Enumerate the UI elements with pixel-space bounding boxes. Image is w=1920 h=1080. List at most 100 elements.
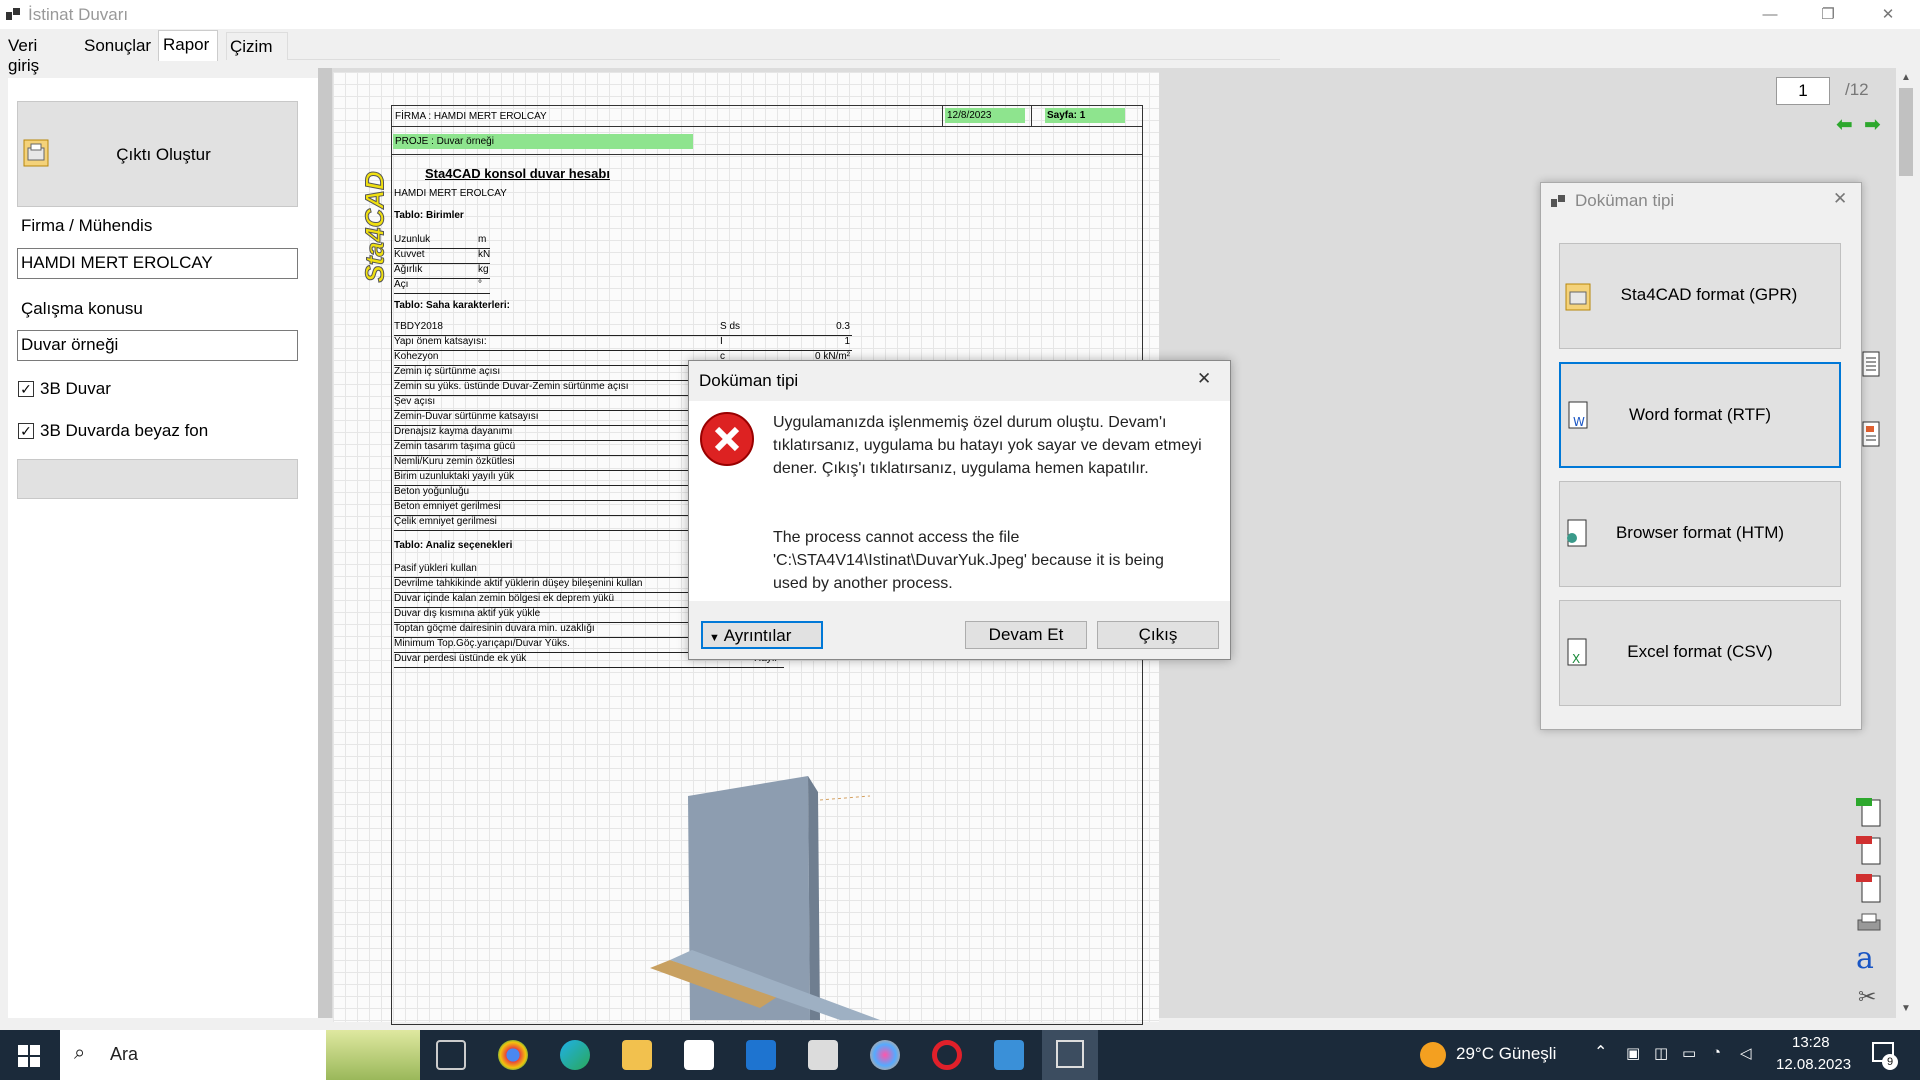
scroll-down-icon[interactable]: ▼ xyxy=(1901,1003,1911,1014)
site-name: Yapı önem katsayısı: xyxy=(394,336,487,347)
site-symbol: S ds xyxy=(720,321,741,332)
site-symbol: I xyxy=(720,336,723,347)
search-placeholder: Ara xyxy=(110,1044,139,1064)
edge-icon[interactable] xyxy=(560,1040,590,1070)
output-create-button[interactable]: Çıktı Oluştur xyxy=(17,101,298,207)
opera-icon[interactable] xyxy=(932,1040,962,1070)
output-create-label: Çıktı Oluştur xyxy=(116,145,211,164)
tab-veri-giris[interactable]: Veri giriş xyxy=(6,32,42,75)
search-highlight-image xyxy=(326,1030,420,1080)
site-name: Birim uzunluktaki yayılı yük xyxy=(394,471,515,482)
error-message-en: The process cannot access the file 'C:\S… xyxy=(773,529,1164,592)
doc-author: HAMDI MERT EROLCAY xyxy=(394,188,507,199)
tab-rapor[interactable]: Rapor xyxy=(158,30,218,61)
format-csv-button[interactable]: X Excel format (CSV) xyxy=(1559,600,1841,706)
doc-date: 12/8/2023 xyxy=(945,108,1025,123)
export-xls-icon[interactable] xyxy=(1854,796,1884,828)
close-button[interactable]: ✕ xyxy=(1868,3,1908,27)
firm-label: Firma / Mühendis xyxy=(21,216,153,235)
checkbox-3d-wall[interactable]: ✓ xyxy=(18,381,34,397)
format-htm-button[interactable]: Browser format (HTM) xyxy=(1559,481,1841,587)
units-row: Kuvvet kN xyxy=(394,249,490,264)
print-icon[interactable] xyxy=(1854,910,1884,936)
units-row: Açı ° xyxy=(394,279,490,294)
site-name: Kohezyon xyxy=(394,351,439,362)
sta4cad-taskbar-icon[interactable] xyxy=(994,1040,1024,1070)
checkbox-white-bg[interactable]: ✓ xyxy=(18,423,34,439)
volume-icon[interactable]: ◁ xyxy=(1740,1044,1752,1062)
weather-icon[interactable] xyxy=(1420,1042,1446,1068)
export-docx-icon[interactable] xyxy=(1854,834,1884,866)
scroll-thumb[interactable] xyxy=(1899,88,1913,176)
minimize-button[interactable]: — xyxy=(1750,3,1790,27)
site-row: Yapı önem katsayısı: I 1 xyxy=(394,336,852,351)
start-button[interactable] xyxy=(18,1045,40,1067)
details-button[interactable]: ▼ Ayrıntılar xyxy=(701,621,823,649)
app-tray-icon[interactable]: ◫ xyxy=(1654,1044,1668,1062)
analysis-name: Pasif yükleri kullan xyxy=(394,563,477,574)
clock-time[interactable]: 13:28 xyxy=(1792,1034,1830,1051)
doc-page: Sayfa: 1 xyxy=(1045,108,1125,123)
page-number-input[interactable]: 1 xyxy=(1776,77,1830,105)
chevron-down-icon: ▼ xyxy=(709,632,720,644)
wifi-icon[interactable]: ◔ xyxy=(1712,1044,1721,1061)
units-name: Uzunluk xyxy=(394,234,431,245)
subject-input[interactable]: Duvar örneği xyxy=(17,330,298,361)
istinat-taskbar-active[interactable] xyxy=(1042,1030,1098,1080)
mail-icon[interactable] xyxy=(746,1040,776,1070)
doc-type-dialog-title: Doküman tipi xyxy=(1575,191,1675,210)
format-gpr-button[interactable]: Sta4CAD format (GPR) xyxy=(1559,243,1841,349)
export-pdf-icon[interactable] xyxy=(1854,872,1884,904)
continue-button[interactable]: Devam Et xyxy=(965,621,1087,649)
units-unit: ° xyxy=(478,279,482,290)
document-icon[interactable] xyxy=(1860,350,1882,380)
site-name: Şev açısı xyxy=(394,396,436,407)
document-image-icon[interactable] xyxy=(1860,420,1882,450)
doc-header-row: FİRMA : HAMDI MERT EROLCAY 12/8/2023 Say… xyxy=(391,105,1143,127)
format-rtf-button[interactable]: W Word format (RTF) xyxy=(1559,362,1841,468)
calculator-icon[interactable] xyxy=(808,1040,838,1070)
prev-page-arrow-icon[interactable]: ⬅ xyxy=(1836,115,1860,135)
analysis-name: Duvar perdesi üstünde ek yük xyxy=(394,653,527,664)
notification-count: 9 xyxy=(1882,1054,1898,1070)
chrome-icon[interactable] xyxy=(498,1040,528,1070)
clock-date[interactable]: 12.08.2023 xyxy=(1776,1056,1851,1073)
camera-icon[interactable]: ▣ xyxy=(1626,1044,1640,1062)
format-gpr-label: Sta4CAD format (GPR) xyxy=(1620,285,1798,304)
viewer-scrollbar[interactable]: ▲ ▼ xyxy=(1896,68,1916,1018)
exit-button[interactable]: Çıkış xyxy=(1097,621,1219,649)
tray-chevron-up-icon[interactable]: ⌃ xyxy=(1594,1042,1607,1062)
checkbox-white-bg-label: 3B Duvarda beyaz fon xyxy=(40,421,209,440)
blank-button[interactable] xyxy=(17,459,298,499)
site-name: Zemin tasarım taşıma gücü xyxy=(394,441,516,452)
task-view-icon[interactable] xyxy=(436,1040,466,1070)
doc-type-close-button[interactable]: ✕ xyxy=(1833,189,1847,209)
firm-input[interactable]: HAMDI MERT EROLCAY xyxy=(17,248,298,279)
file-explorer-icon[interactable] xyxy=(622,1040,652,1070)
taskbar-search[interactable]: ⌕ Ara xyxy=(60,1030,420,1080)
paint-icon[interactable] xyxy=(870,1040,900,1070)
tab-cizim[interactable]: Çizim xyxy=(226,32,288,60)
page-total: /12 xyxy=(1845,80,1869,99)
notification-icon[interactable]: 9 xyxy=(1872,1042,1898,1070)
dialog-app-icon xyxy=(1551,195,1565,207)
error-close-button[interactable]: ✕ xyxy=(1197,369,1211,389)
site-value: 0.3 xyxy=(836,321,850,332)
taskbar: ⌕ Ara 29°C Güneşli ⌃ ▣ ◫ ▭ ◔ ◁ 13:28 12.… xyxy=(0,1030,1920,1080)
scroll-up-icon[interactable]: ▲ xyxy=(1901,72,1911,83)
restore-button[interactable]: ❐ xyxy=(1808,3,1848,27)
units-name: Açı xyxy=(394,279,409,290)
site-name: Zemin su yüks. üstünde Duvar-Zemin sürtü… xyxy=(394,381,629,392)
site-name: Zemin-Duvar sürtünme katsayısı xyxy=(394,411,539,422)
weather-text[interactable]: 29°C Güneşli xyxy=(1456,1044,1556,1064)
site-name: Nemli/Kuru zemin özkütlesi xyxy=(394,456,515,467)
error-dialog-title: Doküman tipi xyxy=(699,371,799,390)
battery-icon[interactable]: ▭ xyxy=(1682,1044,1696,1062)
sta4cad-logo: Sta4CAD xyxy=(359,171,390,283)
tools-icon[interactable]: ✂ xyxy=(1858,984,1884,1012)
tab-sonuclar[interactable]: Sonuçlar xyxy=(82,32,154,60)
font-icon[interactable]: a xyxy=(1856,944,1886,974)
next-page-arrow-icon[interactable]: ➡ xyxy=(1864,115,1888,135)
format-rtf-label: Word format (RTF) xyxy=(1629,405,1771,424)
store-icon[interactable] xyxy=(684,1040,714,1070)
